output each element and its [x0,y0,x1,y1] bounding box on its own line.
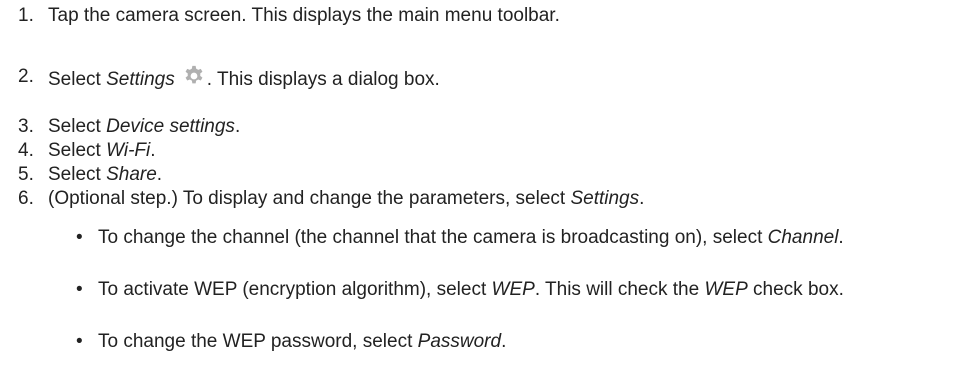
menu-option: WEP [704,279,748,300]
step-text-post: . [156,164,163,185]
step-text-post: . [150,140,156,161]
step-text: Select Settings . This displays a dialog … [48,65,440,93]
step-number: 5. [18,164,34,185]
step-text-post: . [639,188,645,209]
step-number: 4. [18,140,34,161]
step-number: 1. [18,5,34,26]
bullet-text: To change the WEP password, select Passw… [98,330,958,353]
bullet-text-post: . [838,227,844,248]
step-text-post: . [234,116,241,137]
step-text: Select Device settings. [48,115,240,138]
bullet-text-mid: . This will check the [534,279,705,300]
step-text: Select Share. [48,163,162,186]
menu-option: Settings [106,69,175,90]
menu-option: Share [106,164,157,185]
step-text-pre: Select [48,69,107,90]
gear-icon [183,65,205,93]
menu-option: Device settings [106,116,235,137]
menu-option: Settings [570,188,640,209]
bullet-text-pre: To change the WEP password, select [98,331,418,352]
bullet-icon: • [76,279,83,300]
bullet-text: To change the channel (the channel that … [98,226,958,249]
bullet-text: To activate WEP (encryption algorithm), … [98,278,958,301]
step-number: 3. [18,116,34,137]
step-text-pre: Select [48,116,107,137]
step-number: 2. [18,66,34,87]
step-text-post: . This displays a dialog box. [206,69,440,90]
instruction-document: 1. Tap the camera screen. This displays … [0,0,971,387]
step-text: (Optional step.) To display and change t… [48,187,644,210]
menu-option: Channel [767,227,839,248]
step-text-pre: Select [48,140,107,161]
menu-option: Password [417,331,502,352]
bullet-text-post: . [501,331,507,352]
bullet-icon: • [76,227,83,248]
step-text-pre: Select [48,164,107,185]
step-text: Select Wi-Fi. [48,139,156,162]
bullet-text-pre: To activate WEP (encryption algorithm), … [98,279,492,300]
menu-option: Wi-Fi [106,140,151,161]
step-text-pre: (Optional step.) To display and change t… [48,188,571,209]
bullet-text-pre: To change the channel (the channel that … [98,227,768,248]
step-text: Tap the camera screen. This displays the… [48,5,560,26]
step-number: 6. [18,188,34,209]
menu-option: WEP [491,279,535,300]
bullet-text-post: check box. [747,279,844,300]
bullet-icon: • [76,331,83,352]
